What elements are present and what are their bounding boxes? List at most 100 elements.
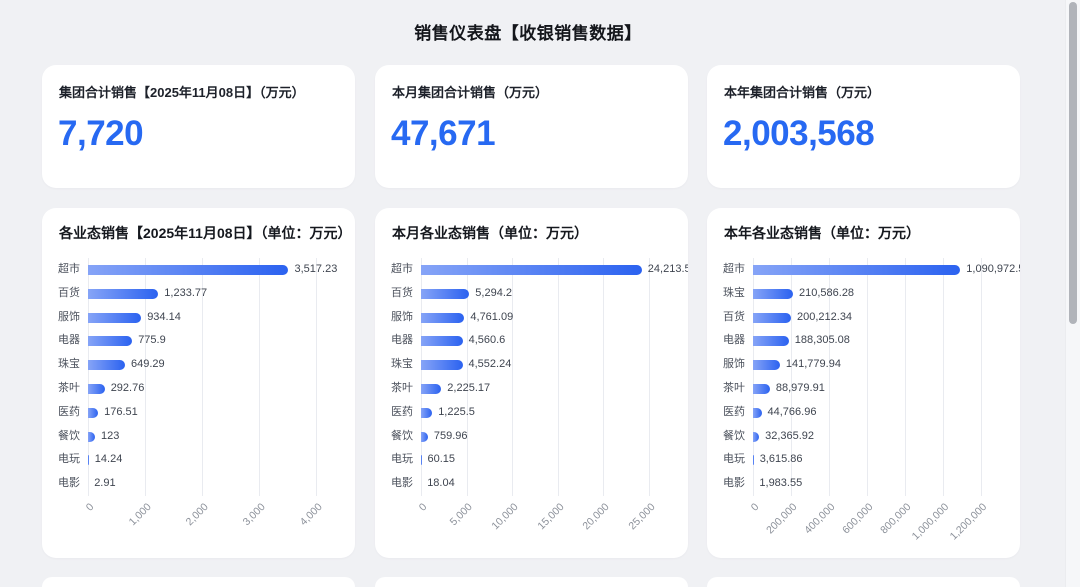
category-label: 电器 [48, 329, 80, 353]
bar [88, 384, 105, 394]
category-label: 餐饮 [713, 425, 745, 449]
category-label: 珠宝 [48, 353, 80, 377]
bar-value-label: 4,761.09 [470, 306, 513, 330]
bar [421, 289, 469, 299]
gridline [943, 258, 944, 496]
bar [88, 265, 288, 275]
category-label: 珠宝 [713, 282, 745, 306]
bar [88, 336, 132, 346]
category-label: 餐饮 [48, 425, 80, 449]
bar-value-label: 188,305.08 [795, 329, 850, 353]
bar [88, 432, 95, 442]
gridline [259, 258, 260, 496]
bar [88, 360, 125, 370]
partial-card [42, 577, 355, 587]
bar [88, 408, 98, 418]
category-label: 超市 [48, 258, 80, 282]
gridline [512, 258, 513, 496]
category-label: 百货 [381, 282, 413, 306]
bar [753, 336, 789, 346]
bar [421, 313, 464, 323]
category-label: 电影 [48, 472, 80, 496]
category-label: 电影 [713, 472, 745, 496]
chart-card-today: 各业态销售【2025年11月08日】（单位：万元） 01,0002,0003,0… [42, 208, 355, 558]
bar [421, 384, 441, 394]
bar [88, 455, 89, 465]
bar [753, 408, 762, 418]
bar [753, 455, 754, 465]
bar-value-label: 1,233.77 [164, 282, 207, 306]
category-label: 百货 [713, 306, 745, 330]
gridline [649, 258, 650, 496]
bar [88, 289, 158, 299]
bar-chart-today: 01,0002,0003,0004,000超市3,517.23百货1,233.7… [42, 208, 355, 558]
bar [88, 313, 141, 323]
category-label: 医药 [48, 401, 80, 425]
partial-card [707, 577, 1020, 587]
category-label: 服饰 [381, 306, 413, 330]
bar [753, 360, 780, 370]
bar-value-label: 4,560.6 [469, 329, 506, 353]
bar-value-label: 775.9 [138, 329, 166, 353]
bar [421, 408, 432, 418]
kpi-value: 2,003,568 [723, 114, 874, 154]
category-label: 服饰 [48, 306, 80, 330]
bar [421, 455, 422, 465]
bar-chart-month: 05,00010,00015,00020,00025,000超市24,213.5… [375, 208, 688, 558]
bar-value-label: 141,779.94 [786, 353, 841, 377]
kpi-card-month: 本月集团合计销售（万元） 47,671 [375, 65, 688, 188]
bar-value-label: 759.96 [434, 425, 468, 449]
bar [421, 336, 463, 346]
scrollbar-thumb[interactable] [1069, 2, 1077, 324]
bar-value-label: 88,979.91 [776, 377, 825, 401]
bar-value-label: 934.14 [147, 306, 181, 330]
chart-card-year: 本年各业态销售（单位：万元） 0200,000400,000600,000800… [707, 208, 1020, 558]
scrollbar-track[interactable] [1065, 0, 1080, 587]
gridline [558, 258, 559, 496]
gridline [905, 258, 906, 496]
category-label: 电玩 [381, 448, 413, 472]
kpi-card-today: 集团合计销售【2025年11月08日】（万元） 7,720 [42, 65, 355, 188]
bar-value-label: 44,766.96 [768, 401, 817, 425]
category-label: 医药 [381, 401, 413, 425]
gridline [981, 258, 982, 496]
bar-value-label: 4,552.24 [469, 353, 512, 377]
category-label: 电器 [713, 329, 745, 353]
gridline [316, 258, 317, 496]
bar-value-label: 1,090,972.5 [966, 258, 1020, 282]
category-label: 百货 [48, 282, 80, 306]
bar-value-label: 2.91 [94, 472, 115, 496]
bar-value-label: 292.76 [111, 377, 145, 401]
bar [753, 313, 791, 323]
bar [753, 265, 960, 275]
category-label: 医药 [713, 401, 745, 425]
category-label: 茶叶 [713, 377, 745, 401]
bar-value-label: 1,225.5 [438, 401, 475, 425]
category-label: 超市 [713, 258, 745, 282]
partial-card [375, 577, 688, 587]
page-title: 销售仪表盘【收银销售数据】 [0, 19, 1056, 44]
kpi-label: 集团合计销售【2025年11月08日】（万元） [59, 82, 305, 101]
category-label: 珠宝 [381, 353, 413, 377]
kpi-value: 7,720 [58, 114, 143, 154]
bar [753, 432, 759, 442]
category-label: 电器 [381, 329, 413, 353]
category-label: 茶叶 [48, 377, 80, 401]
bar [753, 384, 770, 394]
bar-value-label: 210,586.28 [799, 282, 854, 306]
chart-card-month: 本月各业态销售（单位：万元） 05,00010,00015,00020,0002… [375, 208, 688, 558]
bar [421, 360, 463, 370]
kpi-card-year: 本年集团合计销售（万元） 2,003,568 [707, 65, 1020, 188]
category-label: 电玩 [713, 448, 745, 472]
bar-value-label: 5,294.2 [475, 282, 512, 306]
category-label: 电玩 [48, 448, 80, 472]
category-label: 超市 [381, 258, 413, 282]
kpi-label: 本年集团合计销售（万元） [724, 82, 880, 101]
bar [421, 265, 642, 275]
bar [421, 432, 428, 442]
bar-value-label: 1,983.55 [759, 472, 802, 496]
bar-value-label: 3,615.86 [760, 448, 803, 472]
bar-value-label: 24,213.5 [648, 258, 688, 282]
gridline [603, 258, 604, 496]
bar-value-label: 123 [101, 425, 119, 449]
